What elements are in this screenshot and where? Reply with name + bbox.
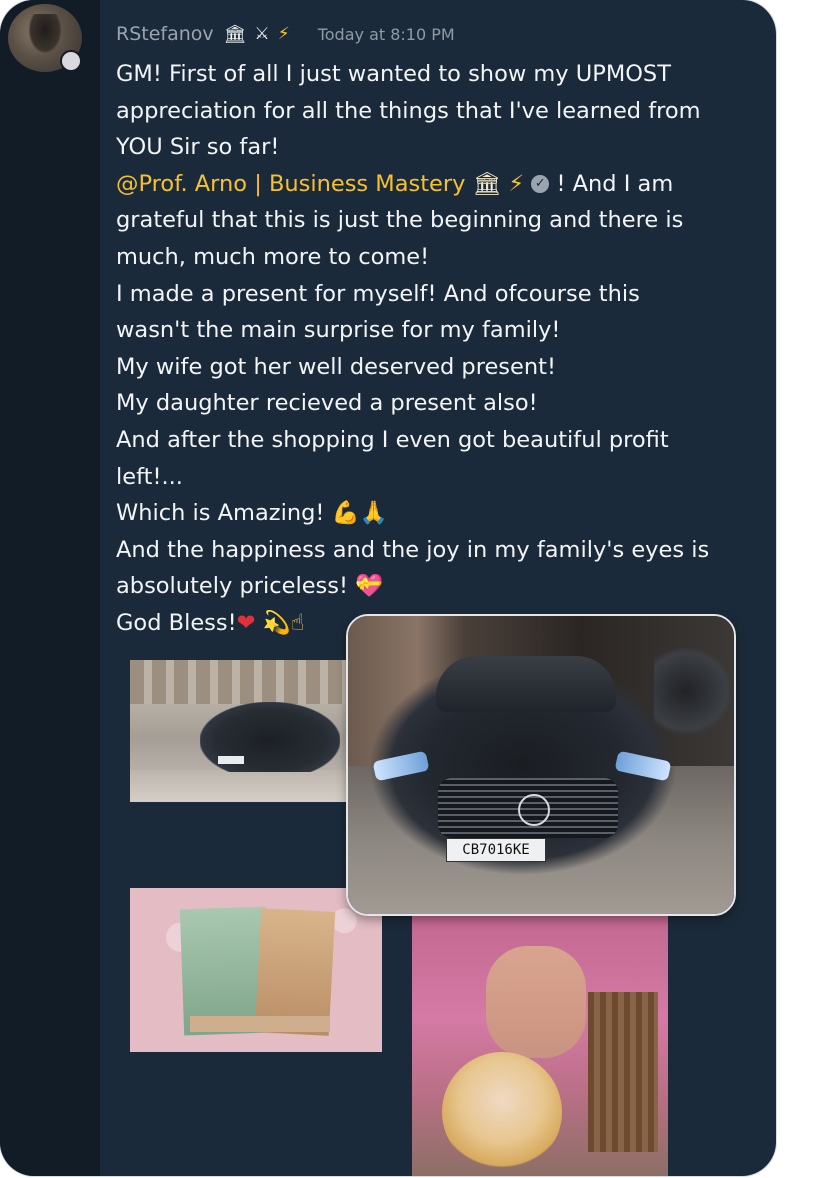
folded-hands-icon: 🙏 — [359, 500, 388, 527]
license-plate: CB7016KE — [446, 838, 546, 862]
message-line: YOU Sir so far! — [116, 134, 280, 161]
blurred-face — [486, 946, 586, 1058]
banknote — [190, 1016, 330, 1032]
dizzy-icon: 💫 — [262, 609, 291, 636]
message-line: much, much more to come! — [116, 243, 430, 270]
message-text: Which is Amazing! — [116, 500, 325, 527]
message-line: left!... — [116, 463, 183, 490]
emblem — [518, 794, 550, 826]
message-line: I made a present for myself! And ofcours… — [116, 280, 640, 307]
message-text: God Bless! — [116, 609, 237, 636]
message-header: RStefanov 🏛 ⚔ ⚡ Today at 8:10 PM — [116, 18, 756, 50]
avatar-gutter — [0, 0, 100, 1176]
message-line: My daughter recieved a present also! — [116, 390, 538, 417]
avatar-image — [28, 14, 62, 54]
message-line: And the happiness and the joy in my fami… — [116, 536, 710, 563]
license-plate — [218, 756, 244, 764]
flexed-biceps-icon: 💪 — [331, 500, 360, 527]
chair — [588, 992, 658, 1152]
timestamp: Today at 8:10 PM — [317, 24, 455, 44]
message-text: absolutely priceless! — [116, 573, 349, 600]
building-background — [130, 660, 358, 704]
username[interactable]: RStefanov — [116, 23, 214, 45]
money-photo[interactable] — [130, 888, 382, 1052]
doll — [442, 1052, 562, 1172]
ground — [130, 770, 358, 802]
mention-line: @Prof. Arno | Business Mastery 🏛 ⚡ ✓ ! A… — [116, 166, 756, 203]
priceless-line: absolutely priceless! 💝 — [116, 568, 756, 605]
crossed-swords-icon: ⚔ — [254, 24, 270, 44]
amazing-line: Which is Amazing! 💪🙏 — [116, 495, 756, 532]
message-line: And after the shopping I even got beauti… — [116, 426, 669, 453]
message: RStefanov 🏛 ⚔ ⚡ Today at 8:10 PM GM! Fir… — [116, 18, 756, 642]
bank-icon: 🏛 — [223, 23, 247, 45]
mention-link[interactable]: @Prof. Arno | Business Mastery — [116, 171, 465, 197]
windshield — [436, 656, 616, 712]
message-line: wasn't the main surprise for my family! — [116, 317, 561, 344]
message-line: appreciation for all the things that I'v… — [116, 97, 701, 124]
bank-icon: 🏛 — [472, 170, 502, 197]
lightning-icon: ⚡ — [508, 170, 525, 197]
message-body: GM! First of all I just wanted to show m… — [116, 56, 756, 642]
message-line: grateful that this is just the beginning… — [116, 207, 684, 234]
pointing-up-icon: ☝ — [290, 609, 305, 636]
heart-with-ribbon-icon: 💝 — [355, 573, 384, 600]
message-line: GM! First of all I just wanted to show m… — [116, 61, 671, 87]
mention-suffix: ! And I am — [556, 170, 674, 197]
status-badge — [60, 50, 82, 72]
message-line: My wife got her well deserved present! — [116, 353, 556, 380]
daughter-photo[interactable] — [412, 912, 668, 1176]
car-photo-enlarged[interactable]: CB7016KE — [346, 614, 736, 916]
verified-icon: ✓ — [531, 175, 550, 194]
red-heart-icon: ❤ — [236, 609, 256, 636]
lightning-icon: ⚡ — [277, 24, 290, 44]
message-card: RStefanov 🏛 ⚔ ⚡ Today at 8:10 PM GM! Fir… — [0, 0, 776, 1176]
car-photo-thumbnail[interactable] — [130, 660, 358, 802]
